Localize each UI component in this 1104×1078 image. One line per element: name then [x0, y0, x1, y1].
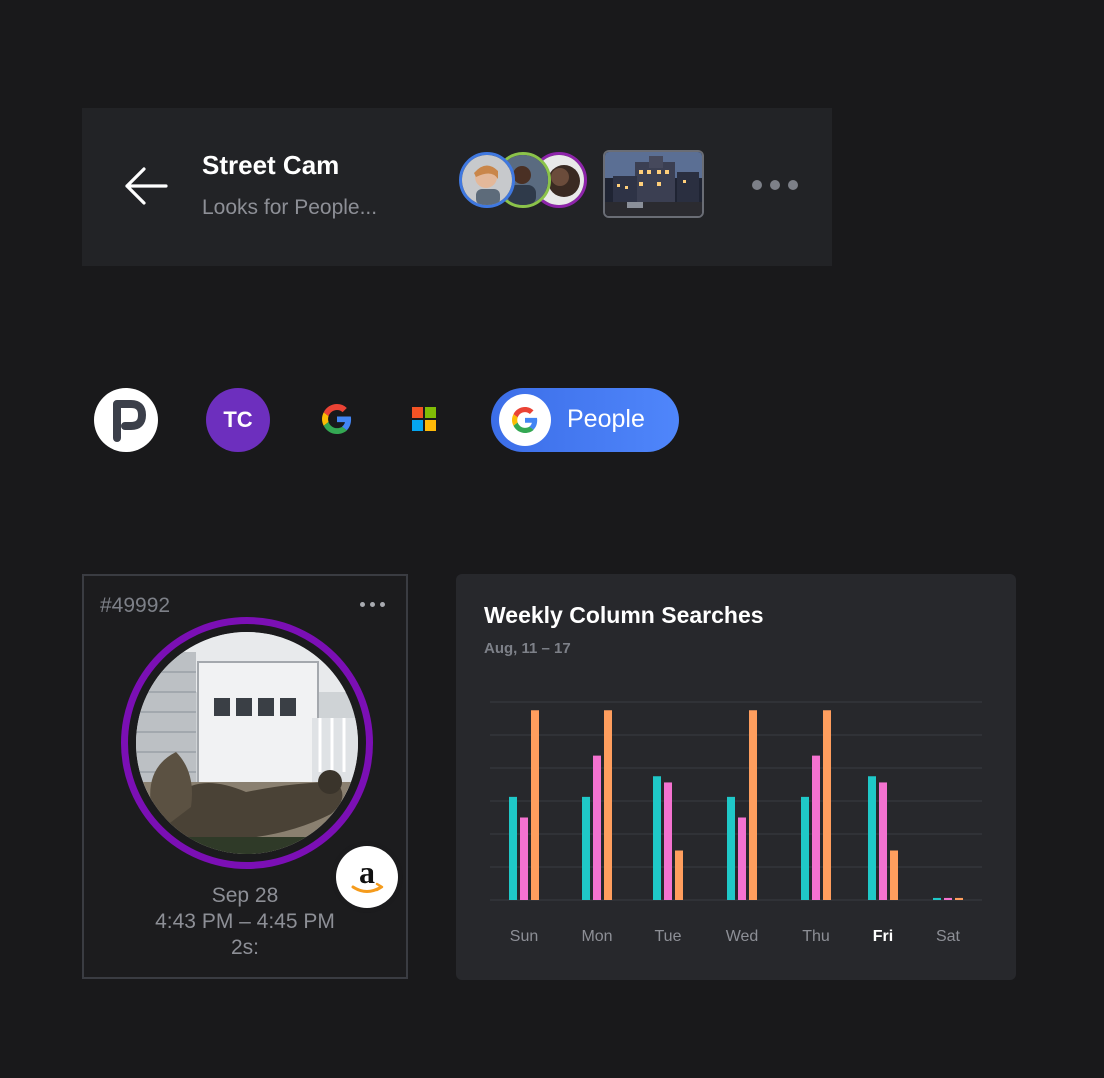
x-tick-label: Sun [510, 928, 538, 945]
snapshot-image [136, 632, 358, 854]
bar-tue-2[interactable] [664, 782, 672, 900]
bar-thu-1[interactable] [801, 796, 809, 900]
camera-header: Street Cam Looks for People... [82, 108, 832, 266]
weekly-searches-chart: Weekly Column Searches Aug, 11 – 17 Sun M… [456, 574, 1016, 980]
p-logo-icon[interactable] [94, 388, 158, 452]
google-people-button[interactable]: People [491, 388, 679, 452]
bar-tue-3[interactable] [675, 850, 683, 901]
back-arrow-icon[interactable] [122, 164, 170, 208]
bar-sat-3[interactable] [955, 897, 963, 900]
google-icon [499, 394, 551, 446]
event-time: 4:43 PM – 4:45 PM [155, 910, 335, 933]
bar-mon-1[interactable] [582, 796, 590, 900]
people-avatar-stack[interactable] [457, 152, 587, 216]
x-tick-label: Wed [726, 928, 759, 945]
tc-avatar[interactable]: TC [206, 388, 270, 452]
people-button-label: People [567, 405, 645, 433]
bar-sun-1[interactable] [509, 796, 517, 900]
bar-sat-2[interactable] [944, 897, 952, 900]
event-snapshot[interactable]: a [128, 624, 398, 908]
microsoft-icon[interactable] [412, 407, 436, 431]
bar-tue-1[interactable] [653, 776, 661, 900]
x-tick-label: Mon [581, 928, 612, 945]
x-tick-label: Tue [655, 928, 682, 945]
x-tick-label: Fri [873, 928, 893, 945]
bar-mon-2[interactable] [593, 755, 601, 900]
bar-thu-3[interactable] [823, 710, 831, 900]
bar-thu-2[interactable] [812, 755, 820, 900]
bar-fri-3[interactable] [890, 850, 898, 901]
event-id: #49992 [100, 594, 171, 617]
bar-sun-3[interactable] [531, 710, 539, 900]
bar-fri-2[interactable] [879, 782, 887, 900]
bar-wed-1[interactable] [727, 796, 735, 900]
more-options-icon[interactable] [752, 174, 808, 196]
bar-wed-2[interactable] [738, 817, 746, 901]
event-card[interactable]: #49992 a Sep 28 4:43 PM – 4:45 PM 2s: [82, 574, 408, 979]
x-tick-label: Sat [936, 928, 961, 945]
bar-sun-2[interactable] [520, 817, 528, 901]
camera-thumbnail[interactable] [603, 150, 704, 218]
bar-sat-1[interactable] [933, 897, 941, 900]
bar-mon-3[interactable] [604, 710, 612, 900]
avatar [459, 152, 515, 208]
bar-wed-3[interactable] [749, 710, 757, 900]
event-duration: 2s: [230, 936, 259, 959]
camera-title: Street Cam [202, 150, 340, 180]
camera-subtitle: Looks for People... [202, 196, 378, 219]
chart-plot: Sun Mon Tue Wed Thu Fri Sat [490, 701, 982, 945]
google-icon[interactable] [322, 403, 352, 435]
x-tick-label: Thu [802, 928, 830, 945]
bar-fri-1[interactable] [868, 776, 876, 900]
event-date: Sep 28 [211, 884, 279, 907]
event-more-icon[interactable] [360, 596, 396, 612]
